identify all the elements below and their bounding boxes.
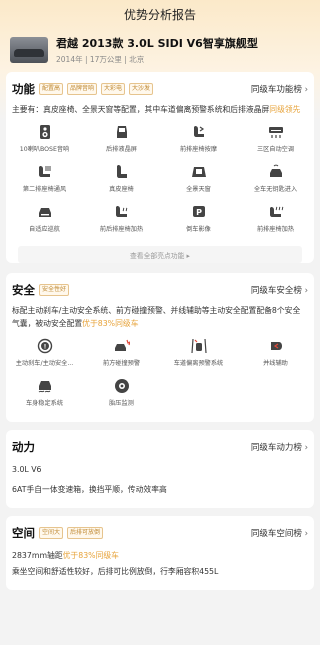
page-title: 优势分析报告	[123, 7, 196, 22]
space-tag: 空间大	[39, 527, 64, 539]
blind-spot-icon	[270, 342, 282, 350]
seat-ventilation-icon	[38, 166, 50, 177]
cruise-control-icon	[38, 208, 51, 217]
car-title: 君越 2013款 3.0L SIDI V6智享旗舰型	[56, 37, 258, 50]
air-conditioner-icon	[268, 127, 283, 138]
car-meta: 2014年 | 17万公里 | 北京	[56, 55, 145, 64]
front-seat-heating-icon	[269, 206, 283, 217]
seat-heating-icon	[115, 206, 127, 217]
keyless-entry-icon	[269, 164, 282, 177]
safety-description: 标配主动刹车/主动安全系统、前方碰撞预警、并线辅助等主动安全配置配备8个安全气囊…	[12, 306, 301, 328]
function-feature-grid: 10喇叭BOSE音响 后排液晶屏 前排座椅按摩 三区自动空调 第二排座椅通风 真…	[6, 116, 314, 242]
space-description: 2837mm轴距优于83%同级车 乘坐空间和舒适性较好，后排可比例放倒，行李厢容…	[12, 551, 219, 576]
car-thumbnail	[10, 37, 48, 63]
function-tag: 大彩电	[101, 83, 126, 95]
power-card: 动力 同级车动力榜 3.0L V6 6AT手自一体变速箱，换挡平顺，传动效率高	[6, 430, 314, 508]
view-all-features-button[interactable]: 查看全部亮点功能 ▸	[18, 246, 302, 263]
feature-parking-camera[interactable]: P 倒车影像	[160, 202, 237, 242]
rear-screen-icon	[116, 126, 127, 138]
active-brake-icon: !	[37, 338, 52, 354]
sunroof-icon	[191, 167, 206, 177]
leather-seat-icon	[116, 165, 127, 178]
feature-stability-control[interactable]: 车身稳定系统	[6, 376, 83, 416]
feature-leather-seat[interactable]: 真皮座椅	[83, 162, 160, 202]
feature-active-brake[interactable]: ! 主动刹车/主动安全...	[6, 336, 83, 376]
function-tag: 品牌音响	[67, 83, 98, 95]
feature-cruise-control[interactable]: 自适应巡航	[6, 202, 83, 242]
function-tag: 大沙发	[129, 83, 154, 95]
svg-text:P: P	[196, 208, 202, 217]
space-card: 空间 空间大 后排可放倒 同级车空间榜 2837mm轴距优于83%同级车 乘坐空…	[6, 516, 314, 590]
safety-card: 安全 安全性好 同级车安全榜 标配主动刹车/主动安全系统、前方碰撞预警、并线辅助…	[6, 273, 314, 422]
speaker-icon	[39, 125, 50, 139]
feature-seat-ventilation[interactable]: 第二排座椅通风	[6, 162, 83, 202]
function-rank-link[interactable]: 同级车功能榜	[251, 83, 308, 95]
svg-text:!: !	[43, 344, 46, 351]
feature-sunroof[interactable]: 全景天窗	[160, 162, 237, 202]
safety-tag: 安全性好	[39, 284, 70, 296]
collision-warning-icon	[114, 339, 130, 351]
feature-tire-pressure[interactable]: 胎压监测	[83, 376, 160, 416]
power-description: 3.0L V6 6AT手自一体变速箱，换挡平顺，传动效率高	[12, 465, 167, 494]
car-summary[interactable]: 君越 2013款 3.0L SIDI V6智享旗舰型 2014年 | 17万公里…	[0, 28, 320, 72]
function-tag: 配置高	[39, 83, 64, 95]
feature-front-seat-heating[interactable]: 前排座椅加热	[237, 202, 314, 242]
safety-rank-link[interactable]: 同级车安全榜	[251, 284, 308, 296]
space-tag: 后排可放倒	[67, 527, 104, 539]
space-title: 空间	[12, 526, 35, 540]
feature-rear-screen[interactable]: 后排液晶屏	[83, 122, 160, 162]
parking-camera-icon: P	[192, 206, 205, 217]
safety-feature-grid: ! 主动刹车/主动安全... 前方碰撞预警 车道偏离预警系统 并线辅助 车身稳定…	[6, 330, 314, 422]
lane-departure-icon	[190, 338, 207, 354]
feature-keyless-entry[interactable]: 全车无钥匙进入	[237, 162, 314, 202]
feature-collision-warning[interactable]: 前方碰撞预警	[83, 336, 160, 376]
feature-air-conditioner[interactable]: 三区自动空调	[237, 122, 314, 162]
function-description: 主要有：真皮座椅、全景天窗等配置，其中车道偏离预警系统和后排液晶屏同级领先	[12, 105, 301, 114]
page-header: 优势分析报告	[0, 0, 320, 28]
function-title: 功能	[12, 82, 35, 96]
stability-control-icon	[38, 381, 51, 393]
power-title: 动力	[12, 440, 35, 454]
power-rank-link[interactable]: 同级车动力榜	[251, 441, 308, 453]
feature-seat-heating[interactable]: 前后排座椅加热	[83, 202, 160, 242]
feature-speaker[interactable]: 10喇叭BOSE音响	[6, 122, 83, 162]
feature-lane-departure[interactable]: 车道偏离预警系统	[160, 336, 237, 376]
function-card: 功能 配置高 品牌音响 大彩电 大沙发 同级车功能榜 主要有：真皮座椅、全景天窗…	[6, 72, 314, 263]
feature-blind-spot[interactable]: 并线辅助	[237, 336, 314, 376]
safety-title: 安全	[12, 283, 35, 297]
tire-pressure-icon	[114, 379, 129, 393]
space-rank-link[interactable]: 同级车空间榜	[251, 527, 308, 539]
feature-seat-massage[interactable]: 前排座椅按摩	[160, 122, 237, 162]
seat-massage-icon	[193, 126, 204, 137]
